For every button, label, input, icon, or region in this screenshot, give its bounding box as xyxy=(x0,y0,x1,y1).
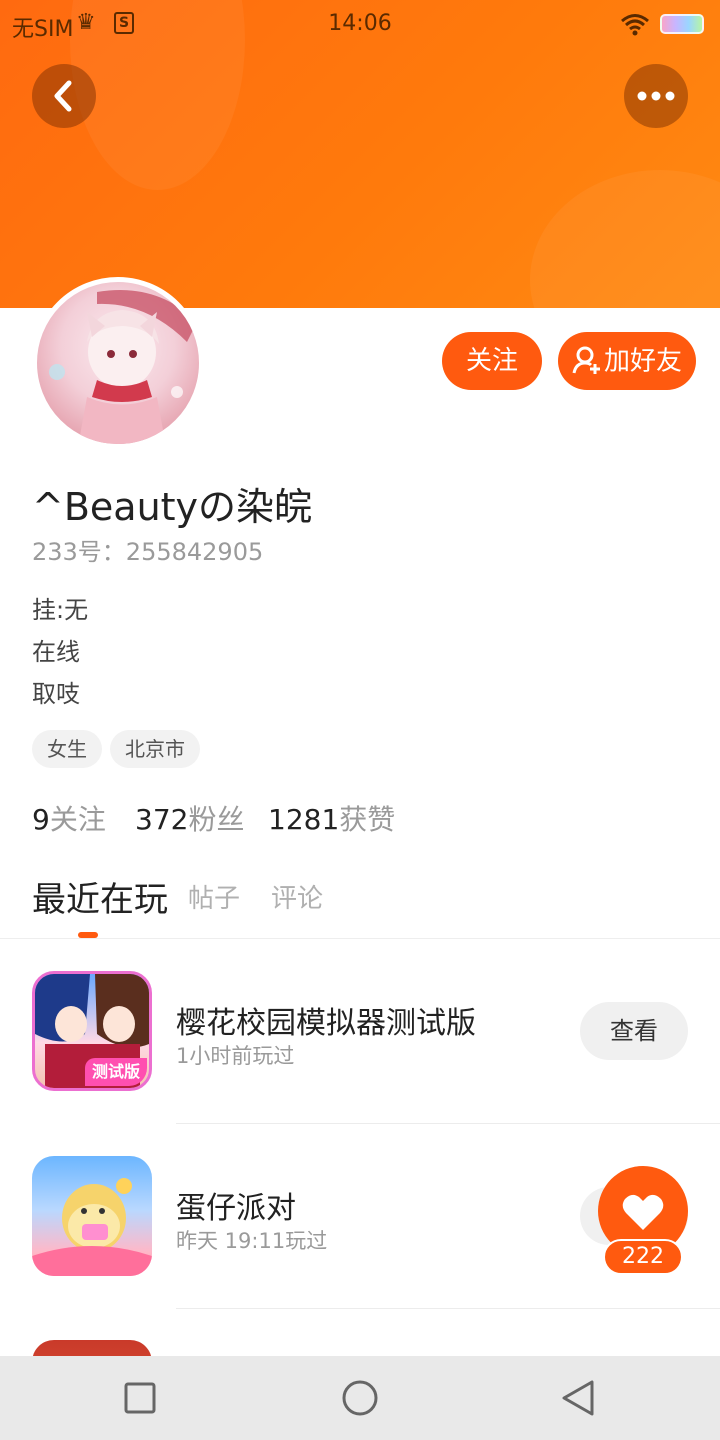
tab-comments[interactable]: 评论 xyxy=(271,878,323,915)
stat-label: 获赞 xyxy=(339,803,396,836)
stat-following[interactable]: 9关注 xyxy=(32,798,106,838)
add-friend-label: 加好友 xyxy=(603,346,682,377)
more-button[interactable] xyxy=(624,64,688,128)
list-item[interactable]: 测试版 樱花校园模拟器测试版 1小时前玩过 查看 xyxy=(0,940,720,1125)
stat-followers[interactable]: 372粉丝 xyxy=(135,798,244,838)
avatar-illustration xyxy=(49,290,197,444)
wifi-icon xyxy=(621,14,649,36)
bio-line: 取吱 xyxy=(32,680,80,708)
status-bar: 无SIM ♛ S 14:06 xyxy=(0,0,720,48)
chevron-left-icon xyxy=(54,80,72,112)
circle-icon[interactable] xyxy=(342,1380,378,1416)
game-title: 樱花校园模拟器测试版 xyxy=(176,1006,476,1041)
divider xyxy=(176,1308,720,1309)
stat-label: 关注 xyxy=(49,803,106,836)
stat-value: 372 xyxy=(135,803,189,836)
user-id: 233号：255842905 xyxy=(32,538,264,566)
system-navigation-bar xyxy=(0,1356,720,1440)
add-friend-button[interactable]: 加好友 xyxy=(558,332,696,390)
tab-posts[interactable]: 帖子 xyxy=(188,878,240,915)
tag-location: 北京市 xyxy=(110,730,200,768)
battery-icon xyxy=(660,14,704,34)
divider xyxy=(0,938,720,939)
like-count-badge: 222 xyxy=(603,1239,683,1275)
game-title: 蛋仔派对 xyxy=(176,1191,296,1226)
stat-label: 粉丝 xyxy=(188,803,245,836)
banner-decoration xyxy=(530,170,720,308)
stat-likes[interactable]: 1281获赞 xyxy=(268,798,395,838)
avatar[interactable] xyxy=(32,277,204,449)
bio-line: 在线 xyxy=(32,638,80,666)
game-last-played: 1小时前玩过 xyxy=(176,1044,295,1068)
back-button[interactable] xyxy=(32,64,96,128)
game-last-played: 昨天 19:11玩过 xyxy=(176,1229,328,1253)
nav-icons xyxy=(124,1380,594,1416)
bio-line: 挂:无 xyxy=(32,596,89,624)
more-horizontal-icon xyxy=(637,91,675,101)
game-icon-sakura: 测试版 xyxy=(32,971,152,1091)
triangle-back-icon[interactable] xyxy=(562,1380,594,1416)
tab-recent-played[interactable]: 最近在玩 xyxy=(32,872,168,921)
stat-value: 9 xyxy=(32,803,50,836)
username: ^Beautyの染皖 xyxy=(32,485,313,529)
game-artwork xyxy=(32,1178,152,1276)
divider xyxy=(176,1123,720,1124)
game-icon-eggy-party xyxy=(32,1156,152,1276)
follow-label: 关注 xyxy=(465,346,518,376)
follow-button[interactable]: 关注 xyxy=(442,332,542,390)
test-version-badge: 测试版 xyxy=(85,1058,147,1086)
square-icon[interactable] xyxy=(124,1382,156,1414)
add-user-icon xyxy=(572,346,600,374)
stat-value: 1281 xyxy=(268,803,340,836)
view-button[interactable]: 查看 xyxy=(580,1002,688,1060)
clock: 14:06 xyxy=(328,11,392,36)
tag-gender: 女生 xyxy=(32,730,102,768)
